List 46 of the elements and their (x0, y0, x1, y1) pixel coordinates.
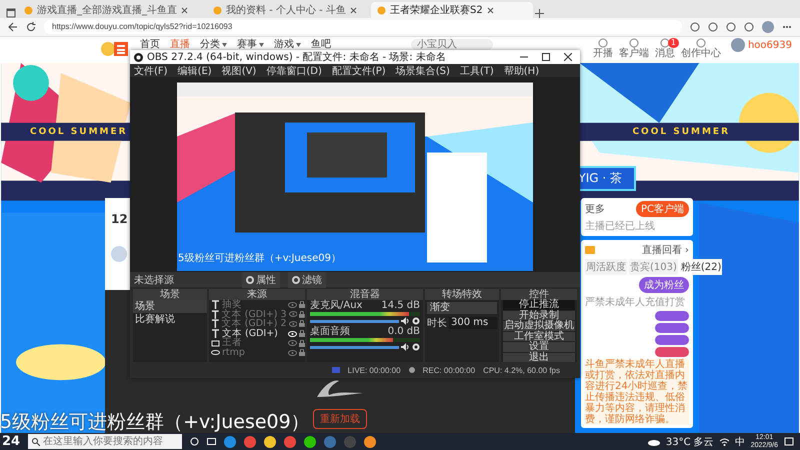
nav-link[interactable]: 赛事 (237, 39, 257, 50)
ime-indicator[interactable]: 中 (734, 434, 745, 448)
search-icon (32, 438, 40, 446)
close-icon[interactable] (181, 6, 188, 14)
window-title: OBS 27.2.4 (64-bit, windows) - 配置文件: 未命名 - 场景: 未命名 (147, 50, 446, 64)
user-avatar[interactable] (730, 38, 745, 52)
windows-icon[interactable] (207, 437, 216, 446)
back-icon[interactable] (8, 22, 18, 32)
nav-link[interactable]: 分类 (200, 39, 220, 50)
nav-link[interactable]: 鱼吧 (311, 39, 331, 50)
close-icon[interactable] (486, 6, 494, 14)
favicon-icon (213, 6, 222, 14)
address-field[interactable]: https://www.douyu.com/topic/qyls52?rid=10216093 (44, 20, 682, 34)
close-icon[interactable] (564, 53, 572, 61)
favicon-icon (377, 6, 386, 14)
obs-logo-icon (134, 52, 143, 62)
caret-icon[interactable] (296, 43, 301, 47)
favicon-icon (24, 6, 33, 14)
maximize-icon[interactable] (542, 53, 550, 61)
browser-tab[interactable]: 王者荣耀企业联赛S2 (371, 2, 533, 18)
count-badge: 1 (668, 38, 679, 48)
header-link[interactable]: 创作中心 (680, 38, 721, 59)
day-number: 24 (1, 434, 20, 449)
nav-link[interactable]: 游戏 (274, 39, 294, 50)
close-icon[interactable] (350, 6, 357, 14)
weather-text: 33°C 多云 (666, 436, 714, 448)
header-icon (598, 38, 608, 48)
task-view-icon[interactable] (190, 437, 200, 446)
header-link[interactable]: 开播 (592, 38, 613, 59)
notification-icon[interactable] (784, 436, 794, 446)
new-tab-icon[interactable] (535, 9, 544, 18)
tab-strip-icon (6, 8, 16, 18)
header-icon (696, 38, 706, 48)
browser-tab[interactable]: 游戏直播_全部游戏直播_斗鱼直 (18, 2, 205, 18)
caret-icon[interactable] (222, 43, 227, 47)
caret-icon[interactable] (259, 43, 264, 47)
header-icon (660, 38, 670, 48)
more-icon[interactable] (782, 25, 792, 29)
cloud-icon (648, 438, 660, 446)
header-icon (628, 38, 639, 48)
nav-link[interactable]: 首页 (140, 39, 160, 50)
profile-icon[interactable] (762, 21, 774, 33)
wifi-icon[interactable] (720, 438, 729, 446)
reload-icon[interactable] (26, 22, 36, 32)
browser-tab[interactable]: 我的资料 - 个人中心 - 斗鱼 (207, 2, 369, 18)
header-link[interactable]: 客户端 (618, 38, 649, 59)
